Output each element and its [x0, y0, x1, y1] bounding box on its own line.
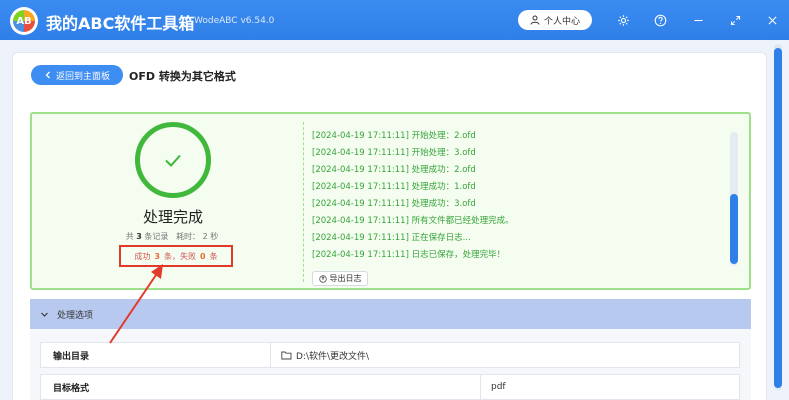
maximize-icon [730, 15, 740, 25]
export-icon [318, 274, 327, 283]
status-text: 处理完成 [142, 208, 203, 226]
log-line: [2024-04-19 17:11:11] 处理成功：2.ofd [312, 165, 476, 175]
option-row-output-dir: 输出目录 D:\软件\更改文件\ [40, 342, 740, 368]
log-line: [2024-04-19 17:11:11] 处理成功：3.ofd [312, 199, 476, 209]
log-scrollbar[interactable] [730, 132, 738, 266]
settings-button[interactable] [615, 12, 631, 28]
fail-unit: 条 [209, 251, 218, 261]
output-dir-value[interactable]: D:\软件\更改文件\ [271, 349, 369, 362]
chevron-left-icon [45, 71, 50, 79]
option-label: 目标格式 [41, 375, 481, 399]
result-divider [303, 122, 304, 282]
user-center-label: 个人中心 [543, 16, 580, 27]
option-label: 输出目录 [41, 343, 271, 367]
stats-line: 共 3 条记录 耗时： 2 秒 [92, 231, 252, 242]
log-line: [2024-04-19 17:11:11] 日志已保存，处理完毕！ [312, 250, 506, 260]
export-log-button[interactable]: 导出日志 [312, 271, 368, 286]
stats-records-label: 条记录 [144, 232, 169, 241]
output-dir-text: D:\软件\更改文件\ [296, 351, 370, 362]
stats-elapsed-value: 2 秒 [202, 232, 219, 241]
window-scrollbar[interactable] [774, 44, 782, 390]
log-list: [2024-04-19 17:11:11] 开始处理：2.ofd [2024-0… [312, 128, 722, 264]
success-check-circle [135, 122, 211, 198]
folder-icon [281, 351, 292, 360]
app-version: WodeABC v6.54.0 [194, 16, 275, 26]
close-icon [767, 15, 777, 25]
back-to-main-button[interactable]: 返回到主面板 [31, 65, 123, 85]
log-line: [2024-04-19 17:11:11] 正在保存日志... [312, 233, 471, 243]
back-to-main-label: 返回到主面板 [55, 71, 110, 82]
options-header-label: 处理选项 [57, 310, 94, 321]
stats-total: 3 [136, 232, 142, 241]
log-scrollbar-thumb[interactable] [730, 194, 738, 264]
stats-prefix: 共 [125, 232, 134, 241]
log-line: [2024-04-19 17:11:11] 处理成功：1.ofd [312, 182, 476, 192]
log-line: [2024-04-19 17:11:11] 开始处理：2.ofd [312, 131, 476, 141]
check-icon [165, 154, 181, 167]
maximize-button[interactable] [727, 12, 743, 28]
result-box: 处理完成 共 3 条记录 耗时： 2 秒 成功 3 条，失败 0 条 [2024… [30, 112, 751, 290]
success-label: 成功 [134, 251, 151, 261]
user-icon [530, 15, 540, 25]
app-logo: AB [10, 7, 38, 35]
minimize-icon [693, 19, 703, 21]
log-line: [2024-04-19 17:11:11] 所有文件都已经处理完成。 [312, 216, 514, 226]
export-log-label: 导出日志 [329, 274, 362, 283]
window-scrollbar-thumb[interactable] [774, 48, 782, 388]
target-format-value[interactable]: pdf [481, 382, 506, 392]
chevron-down-icon [41, 312, 48, 317]
log-line: [2024-04-19 17:11:11] 开始处理：3.ofd [312, 148, 476, 158]
options-header[interactable]: 处理选项 [30, 299, 751, 329]
app-title: 我的ABC软件工具箱 [46, 14, 195, 33]
help-button[interactable] [652, 12, 668, 28]
fail-count: 0 [200, 251, 206, 261]
help-icon [654, 14, 666, 26]
stats-elapsed-label: 耗时： [176, 232, 201, 241]
app-logo-mark: AB [13, 10, 35, 32]
gear-icon [617, 14, 629, 26]
user-center-button[interactable]: 个人中心 [518, 10, 592, 30]
close-button[interactable] [764, 12, 780, 28]
minimize-button[interactable] [690, 12, 706, 28]
options-section: 处理选项 输出目录 D:\软件\更改文件\ 目标格式 pdf [30, 299, 751, 400]
option-row-target-format: 目标格式 pdf [40, 374, 740, 400]
success-unit: 条，失败 [164, 251, 196, 261]
result-summary: 成功 3 条，失败 0 条 [119, 245, 233, 267]
success-count: 3 [154, 251, 160, 261]
title-bar: AB 我的ABC软件工具箱 WodeABC v6.54.0 个人中心 [0, 0, 789, 40]
page-title: OFD 转换为其它格式 [129, 70, 236, 83]
main-panel: 返回到主面板 OFD 转换为其它格式 处理完成 共 3 条记录 耗时： 2 秒 … [12, 52, 767, 400]
